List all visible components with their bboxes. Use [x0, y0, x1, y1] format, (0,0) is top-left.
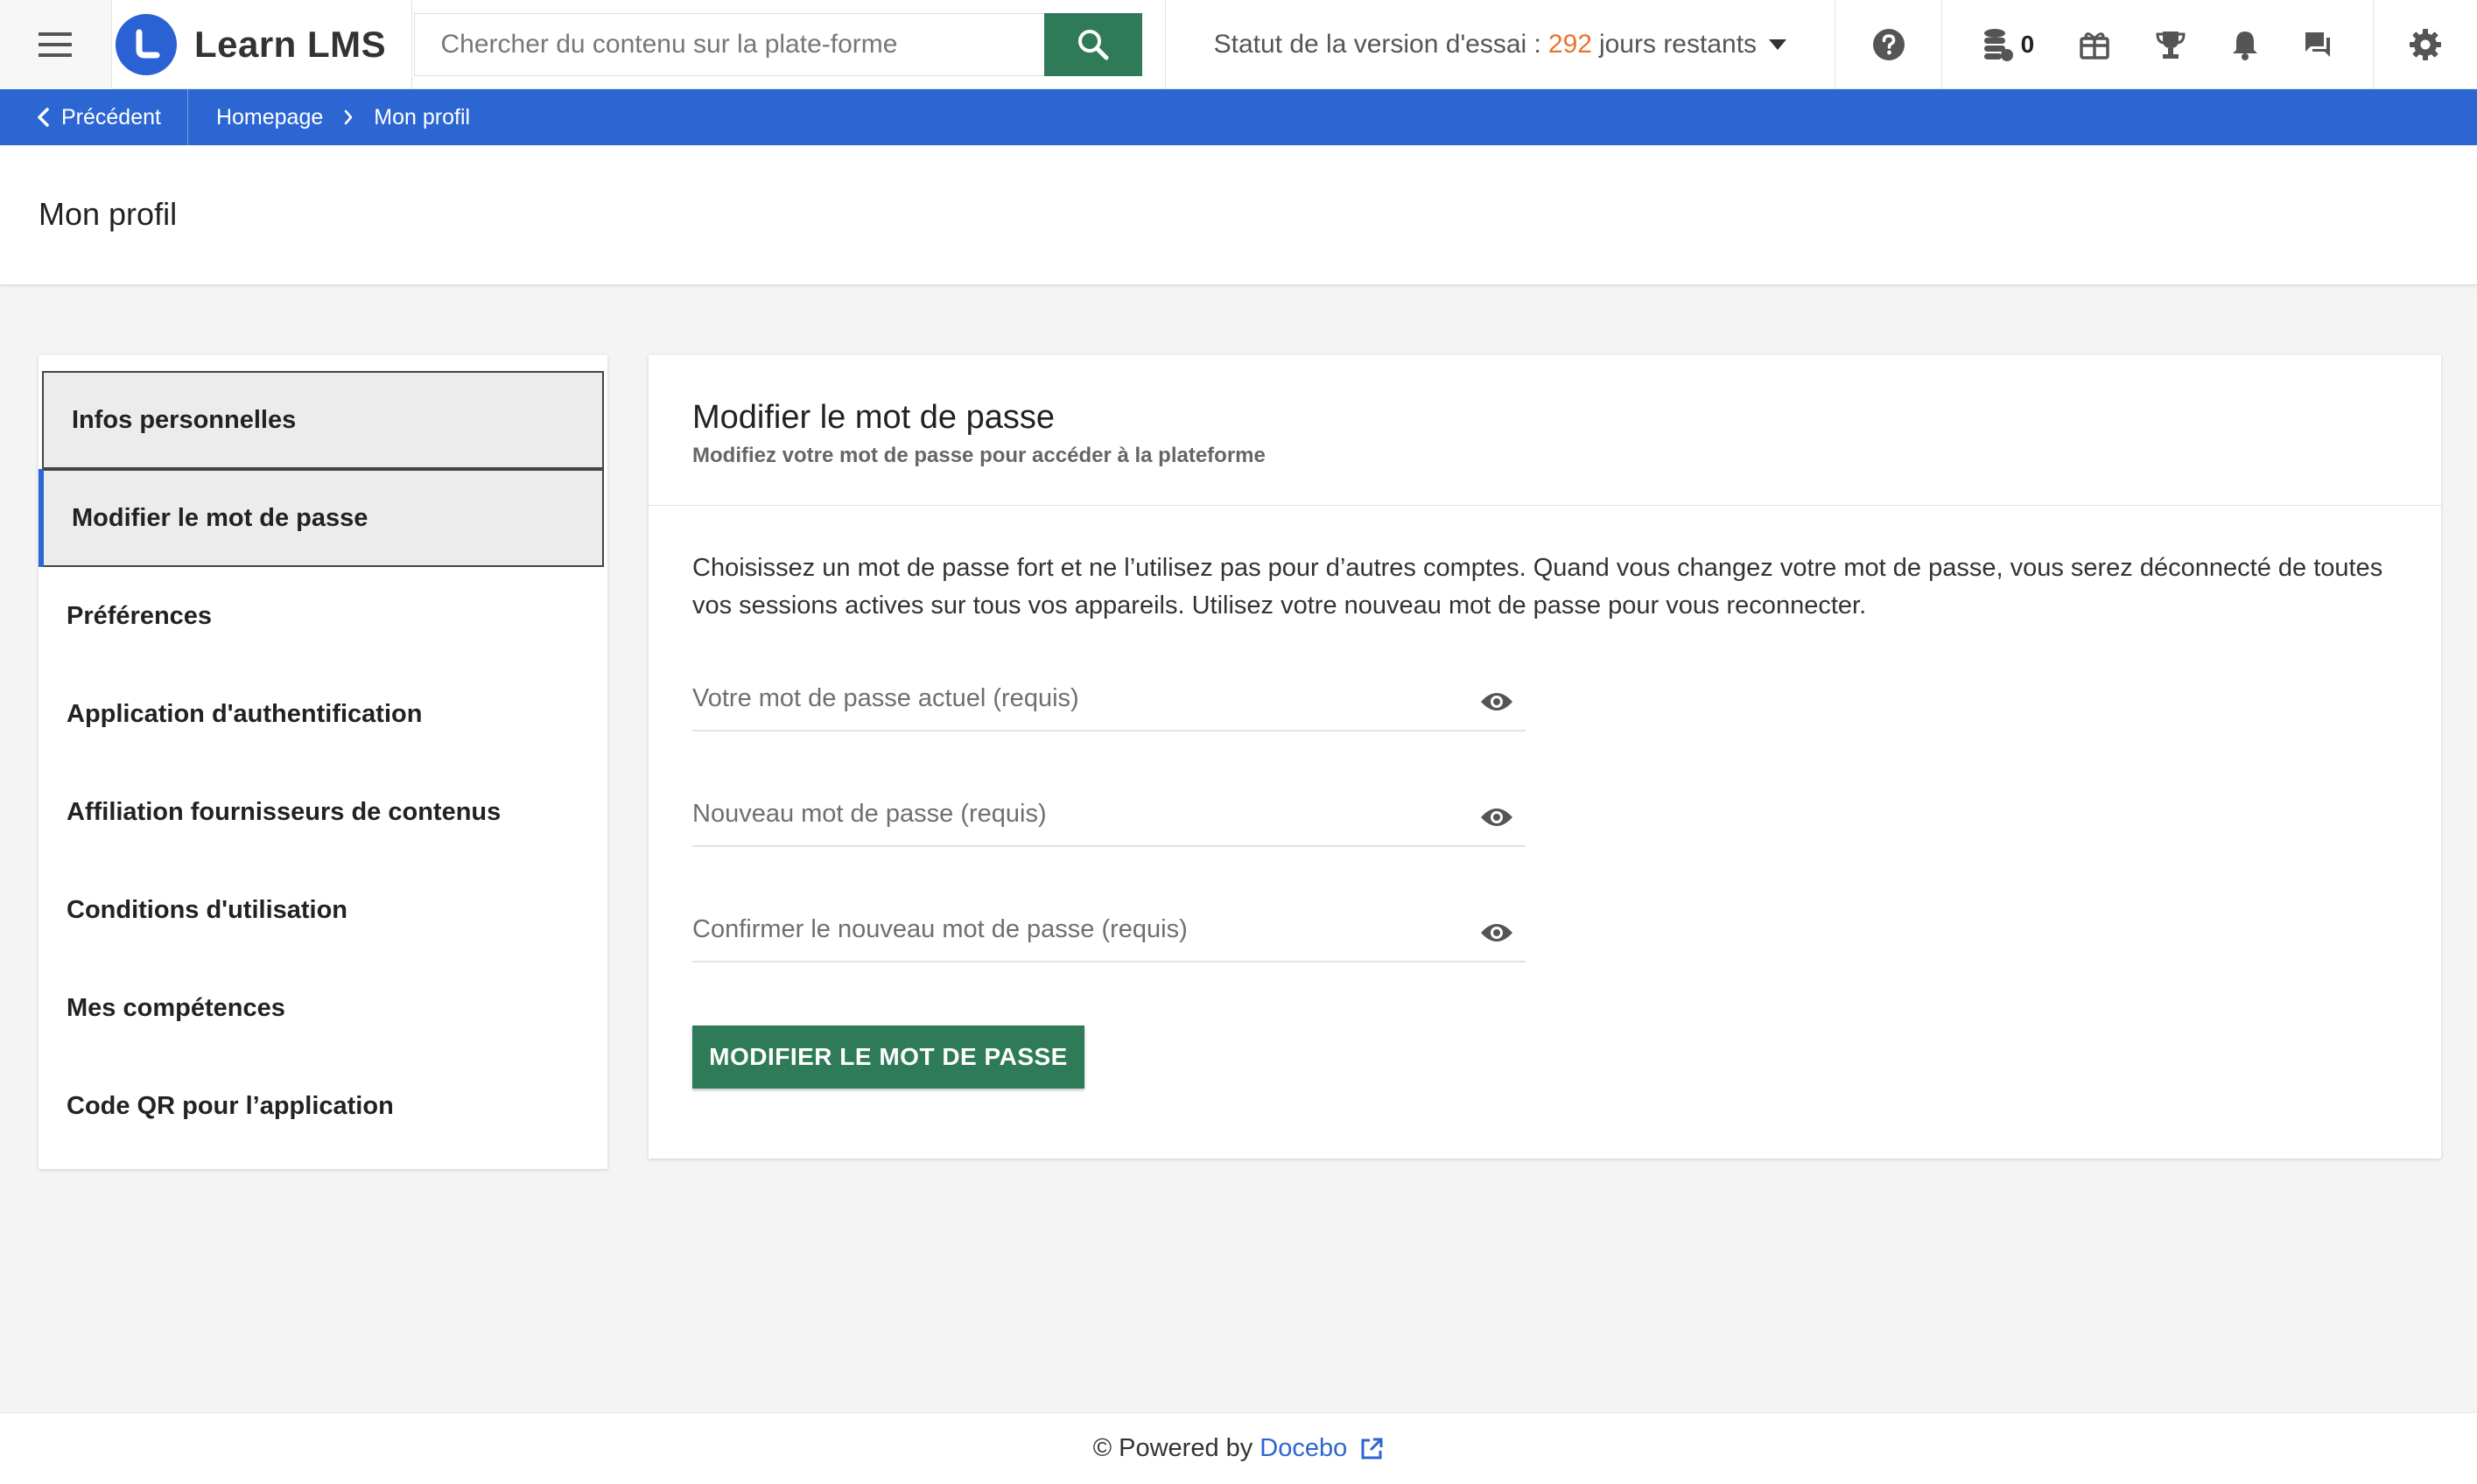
- menu-icon: [39, 32, 73, 57]
- trial-prefix: Statut de la version d'essai :: [1213, 29, 1541, 59]
- gift-button[interactable]: [2079, 29, 2110, 60]
- profile-menu: Infos personnelles Modifier le mot de pa…: [39, 355, 607, 1169]
- menu-item-infos-personnelles[interactable]: Infos personnelles: [42, 371, 604, 469]
- brand[interactable]: Learn LMS: [112, 0, 412, 89]
- external-link-icon[interactable]: [1359, 1437, 1384, 1461]
- help-button[interactable]: [1835, 0, 1943, 89]
- trial-days: 292: [1547, 29, 1592, 59]
- chat-icon: [2305, 32, 2331, 57]
- settings-button[interactable]: [2374, 0, 2477, 89]
- new-password-input[interactable]: [692, 782, 1463, 845]
- menu-item-modifier-mot-de-passe[interactable]: Modifier le mot de passe: [39, 469, 604, 567]
- search-button[interactable]: [1043, 12, 1142, 76]
- trial-suffix: jours restants: [1598, 29, 1758, 59]
- top-header: Learn LMS Statut de la version d'essai :…: [0, 0, 2477, 89]
- panel-subtitle: Modifiez votre mot de passe pour accéder…: [692, 444, 1266, 467]
- bell-icon: [2232, 31, 2257, 60]
- coins-icon: [1983, 28, 2013, 61]
- header-icon-group: 0: [1942, 0, 2374, 89]
- page-header: Mon profil: [0, 145, 2477, 285]
- footer: © Powered by Docebo: [0, 1412, 2477, 1484]
- panel-body: Choisissez un mot de passe fort et ne l’…: [649, 506, 2441, 1088]
- breadcrumb-current: Mon profil: [374, 104, 471, 130]
- chevron-left-icon: [38, 108, 49, 127]
- back-label: Précédent: [61, 104, 161, 130]
- eye-icon[interactable]: [1480, 691, 1513, 712]
- new-password-field: [692, 766, 1526, 847]
- current-password-input[interactable]: [692, 667, 1463, 730]
- caret-down-icon: [1769, 38, 1787, 50]
- chevron-right-icon: [344, 109, 353, 125]
- coins-button[interactable]: 0: [1982, 27, 2035, 62]
- panel-title: Modifier le mot de passe: [692, 399, 1055, 436]
- search-input[interactable]: [413, 12, 1044, 76]
- panel-header: Modifier le mot de passe Modifiez votre …: [649, 355, 2441, 506]
- logo-icon: [136, 29, 160, 58]
- brand-name: Learn LMS: [193, 23, 387, 65]
- menu-item-application-authentification[interactable]: Application d'authentification: [39, 665, 607, 763]
- confirm-password-field: [692, 882, 1526, 962]
- eye-icon[interactable]: [1480, 922, 1513, 943]
- trophy-button[interactable]: [2155, 29, 2186, 60]
- change-password-panel: Modifier le mot de passe Modifiez votre …: [649, 355, 2441, 1158]
- coins-count: 0: [2020, 30, 2035, 58]
- notifications-button[interactable]: [2231, 29, 2259, 60]
- menu-item-preferences[interactable]: Préférences: [39, 567, 607, 665]
- page-title: Mon profil: [39, 196, 178, 232]
- menu-item-conditions-utilisation[interactable]: Conditions d'utilisation: [39, 861, 607, 959]
- password-description: Choisissez un mot de passe fort et ne l’…: [692, 554, 2383, 620]
- messages-button[interactable]: [2303, 30, 2333, 60]
- menu-item-mes-competences[interactable]: Mes compétences: [39, 959, 607, 1057]
- menu-item-code-qr[interactable]: Code QR pour l’application: [39, 1057, 607, 1155]
- gear-icon: [2409, 28, 2441, 60]
- docebo-link[interactable]: Docebo: [1260, 1434, 1347, 1463]
- search-bar: [412, 0, 1166, 89]
- menu-item-affiliation-fournisseurs[interactable]: Affiliation fournisseurs de contenus: [39, 763, 607, 861]
- footer-powered-by: © Powered by: [1092, 1434, 1253, 1462]
- eye-icon[interactable]: [1480, 807, 1513, 828]
- trial-status-dropdown[interactable]: Statut de la version d'essai : 292 jours…: [1166, 0, 1836, 89]
- breadcrumb-homepage[interactable]: Homepage: [216, 105, 323, 130]
- search-icon: [1077, 29, 1108, 60]
- current-password-field: [692, 651, 1526, 732]
- gift-icon: [2080, 32, 2109, 60]
- brand-logo: [115, 13, 177, 75]
- trophy-icon: [2156, 31, 2186, 59]
- menu-button[interactable]: [0, 0, 112, 89]
- help-icon: [1872, 28, 1905, 60]
- back-button[interactable]: Précédent: [0, 89, 188, 145]
- confirm-password-input[interactable]: [692, 898, 1463, 961]
- breadcrumb: Précédent Homepage Mon profil: [0, 89, 2477, 145]
- change-password-button[interactable]: MODIFIER LE MOT DE PASSE: [692, 1026, 1084, 1088]
